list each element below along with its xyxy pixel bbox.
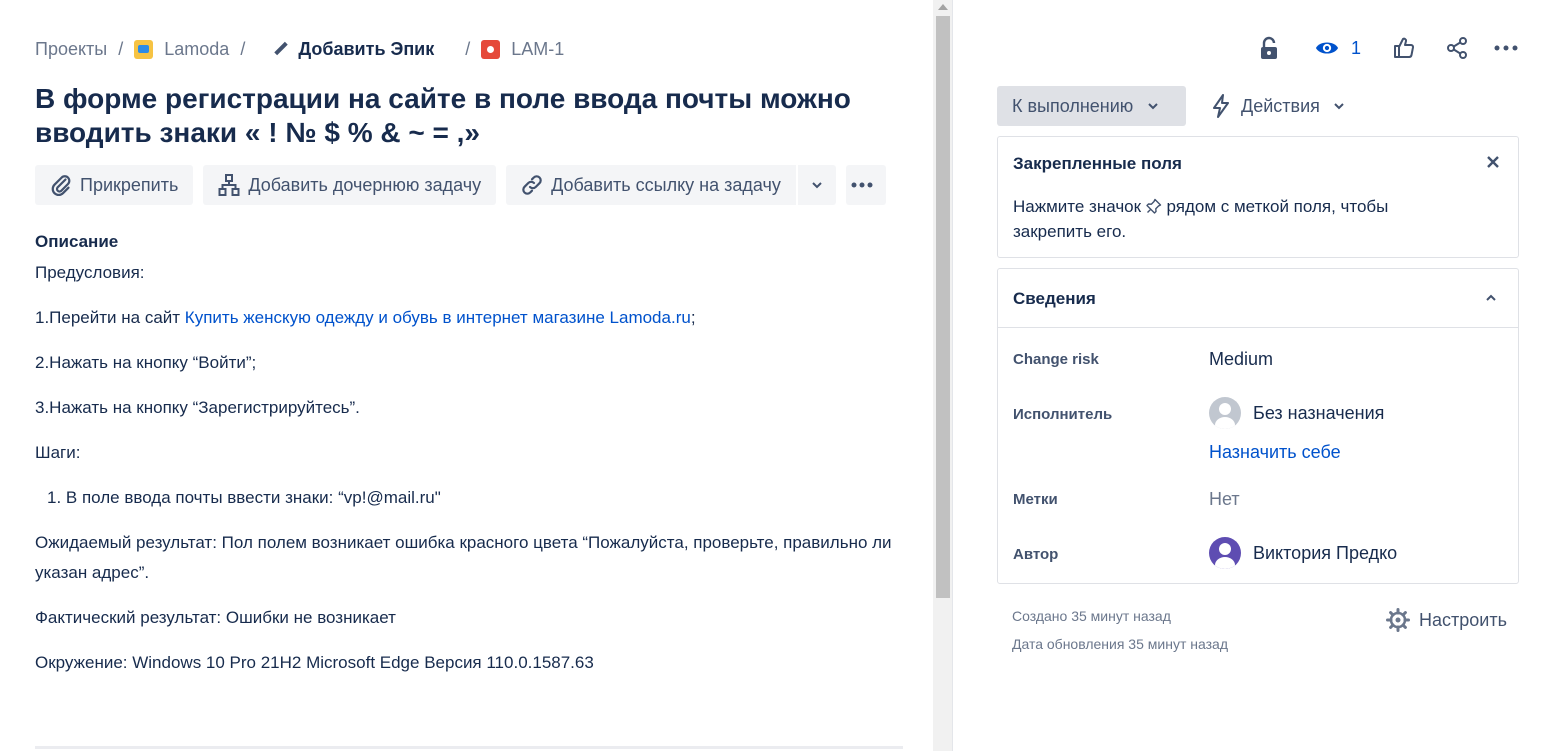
description-step-2: 2.Нажать на кнопку “Войти”; bbox=[35, 353, 257, 372]
pinned-fields-title: Закрепленные поля bbox=[1013, 154, 1182, 173]
scroll-up-arrow-icon[interactable] bbox=[938, 4, 948, 10]
breadcrumb-separator: / bbox=[240, 38, 246, 59]
link-icon bbox=[522, 175, 542, 195]
labels-label: Метки bbox=[1013, 491, 1058, 508]
actions-label: Действия bbox=[1241, 95, 1320, 116]
scrollbar[interactable] bbox=[933, 0, 953, 751]
attach-label: Прикрепить bbox=[80, 174, 179, 195]
chevron-down-icon bbox=[1334, 103, 1344, 110]
more-actions-button[interactable] bbox=[845, 165, 886, 205]
lamoda-link[interactable]: Купить женскую одежду и обувь в интернет… bbox=[185, 308, 691, 327]
actions-dropdown[interactable]: Действия bbox=[1211, 86, 1345, 126]
breadcrumb-separator: / bbox=[465, 38, 471, 59]
watch-button[interactable] bbox=[1315, 36, 1339, 60]
assignee-value[interactable]: Без назначения bbox=[1209, 397, 1384, 429]
add-child-issue-button[interactable]: Добавить дочернюю задачу bbox=[203, 165, 497, 205]
breadcrumb-project[interactable]: Lamoda bbox=[134, 39, 229, 60]
reporter-label: Автор bbox=[1013, 546, 1059, 563]
change-risk-label: Change risk bbox=[1013, 351, 1099, 368]
labels-value[interactable]: Нет bbox=[1209, 489, 1240, 510]
change-risk-value[interactable]: Medium bbox=[1209, 349, 1273, 370]
status-dropdown[interactable]: К выполнению bbox=[997, 86, 1186, 126]
add-epic-label: Добавить Эпик bbox=[298, 38, 435, 59]
avatar bbox=[1209, 537, 1241, 569]
divider bbox=[35, 746, 903, 749]
details-panel: Сведения Change risk Medium Исполнитель … bbox=[997, 268, 1519, 584]
pencil-icon bbox=[274, 42, 288, 56]
chevron-down-icon bbox=[812, 182, 822, 189]
description-steps-item: 1. В поле ввода почты ввести знаки: “vp!… bbox=[47, 488, 441, 507]
close-button[interactable] bbox=[1485, 154, 1501, 170]
issue-main-panel: Проекты / Lamoda / Добавить Эпик / LAM-1… bbox=[0, 0, 933, 751]
more-icon bbox=[851, 182, 873, 188]
pinned-fields-panel: Закрепленные поля Нажмите значок рядом с… bbox=[997, 136, 1519, 258]
breadcrumb-separator: / bbox=[118, 38, 124, 59]
configure-button[interactable]: Настроить bbox=[1386, 606, 1507, 634]
add-link-dropdown-button[interactable] bbox=[795, 165, 836, 205]
thumbs-up-icon bbox=[1394, 37, 1414, 58]
chevron-up-icon bbox=[1486, 294, 1496, 301]
breadcrumb-issue-key: LAM-1 bbox=[511, 38, 565, 59]
description-steps-heading: Шаги: bbox=[35, 443, 81, 462]
project-avatar-icon bbox=[134, 39, 154, 59]
status-label: К выполнению bbox=[1012, 95, 1134, 116]
lock-icon bbox=[1261, 36, 1277, 59]
add-link-split-button: Добавить ссылку на задачу bbox=[506, 165, 836, 205]
description-actual: Фактический результат: Ошибки не возника… bbox=[35, 608, 396, 627]
description[interactable]: Описание Предусловия: 1.Перейти на сайт … bbox=[35, 230, 905, 672]
gear-icon bbox=[1386, 608, 1410, 632]
share-icon bbox=[1447, 37, 1467, 59]
configure-label: Настроить bbox=[1419, 609, 1507, 630]
bug-icon bbox=[481, 39, 501, 59]
lightning-icon bbox=[1213, 94, 1229, 118]
add-link-label: Добавить ссылку на задачу bbox=[551, 174, 781, 195]
issue-header-actions: 1 bbox=[954, 30, 1541, 66]
watch-count[interactable]: 1 bbox=[1351, 38, 1361, 59]
pin-icon bbox=[1146, 198, 1161, 214]
issue-side-panel: 1 К выполнению Действия Закрепленные пол… bbox=[954, 0, 1541, 751]
reporter-name: Виктория Предко bbox=[1253, 542, 1398, 563]
issue-title[interactable]: В форме регистрации на сайте в поле ввод… bbox=[35, 82, 915, 150]
description-step-1: 1.Перейти на сайт Купить женскую одежду … bbox=[35, 308, 696, 327]
more-button[interactable] bbox=[1494, 36, 1518, 60]
paperclip-icon bbox=[51, 175, 71, 196]
assignee-name: Без назначения bbox=[1253, 402, 1385, 423]
details-title: Сведения bbox=[1013, 289, 1096, 308]
scrollbar-thumb[interactable] bbox=[936, 16, 950, 598]
reporter-value[interactable]: Виктория Предко bbox=[1209, 537, 1397, 569]
details-header[interactable]: Сведения bbox=[998, 269, 1518, 328]
add-epic-button[interactable]: Добавить Эпик bbox=[274, 39, 434, 60]
description-environment: Окружение: Windows 10 Pro 21H2 Microsoft… bbox=[35, 653, 594, 672]
add-issue-link-button[interactable]: Добавить ссылку на задачу bbox=[506, 165, 796, 205]
description-expected: Ожидаемый результат: Пол полем возникает… bbox=[35, 533, 892, 582]
description-heading: Описание bbox=[35, 232, 119, 251]
lock-button[interactable] bbox=[1257, 36, 1281, 60]
share-button[interactable] bbox=[1445, 36, 1469, 60]
issue-toolbar: Прикрепить Добавить дочернюю задачу Доба… bbox=[35, 165, 896, 205]
assign-to-me-link[interactable]: Назначить себе bbox=[1209, 442, 1341, 463]
assignee-label: Исполнитель bbox=[1013, 406, 1113, 423]
breadcrumb-issue[interactable]: LAM-1 bbox=[481, 39, 564, 60]
breadcrumb-project-label: Lamoda bbox=[164, 38, 230, 59]
updated-timestamp: Дата обновления 35 минут назад bbox=[1012, 636, 1228, 652]
avatar bbox=[1209, 397, 1241, 429]
breadcrumb: Проекты / Lamoda / Добавить Эпик / LAM-1 bbox=[35, 37, 564, 61]
attach-button[interactable]: Прикрепить bbox=[35, 165, 194, 205]
breadcrumb-projects[interactable]: Проекты bbox=[35, 39, 107, 60]
close-icon bbox=[1487, 156, 1499, 168]
add-child-label: Добавить дочернюю задачу bbox=[248, 174, 482, 195]
more-icon bbox=[1494, 45, 1518, 51]
created-timestamp: Создано 35 минут назад bbox=[1012, 608, 1171, 624]
like-button[interactable] bbox=[1392, 36, 1416, 60]
chevron-down-icon bbox=[1148, 103, 1159, 110]
pinned-fields-hint: Нажмите значок рядом с меткой поля, чтоб… bbox=[1013, 197, 1389, 241]
eye-icon bbox=[1315, 42, 1339, 54]
hierarchy-icon bbox=[218, 174, 240, 196]
description-preconditions: Предусловия: bbox=[35, 263, 145, 282]
description-step-3: 3.Нажать на кнопку “Зарегистрируйтесь”. bbox=[35, 398, 360, 417]
